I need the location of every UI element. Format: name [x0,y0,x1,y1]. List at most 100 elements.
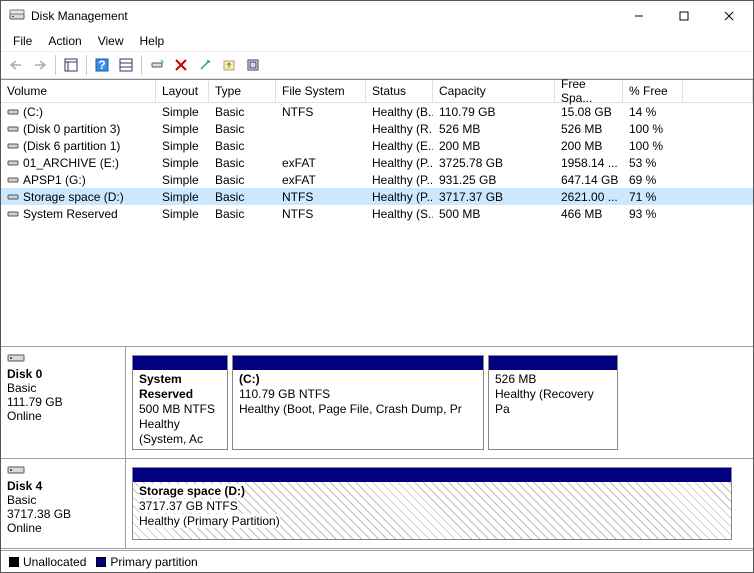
volume-type: Basic [209,172,276,188]
partition-status: Healthy (Primary Partition) [139,514,280,528]
col-status[interactable]: Status [366,80,433,103]
volume-name: APSP1 (G:) [23,173,86,187]
partition-color-bar [133,356,227,370]
partition[interactable]: (C:)110.79 GB NTFSHealthy (Boot, Page Fi… [232,355,484,450]
volume-capacity: 3717.37 GB [433,189,555,205]
volume-pct: 53 % [623,155,683,171]
partition[interactable]: Storage space (D:)3717.37 GB NTFSHealthy… [132,467,732,540]
menu-help[interactable]: Help [132,32,173,50]
disk-type: Basic [7,493,119,507]
disk-header[interactable]: Disk 0Basic111.79 GBOnline [1,347,126,458]
disk-state: Online [7,521,119,535]
volume-fs [276,128,366,130]
volume-layout: Simple [156,172,209,188]
col-type[interactable]: Type [209,80,276,103]
volume-capacity: 500 MB [433,206,555,222]
disk-row: Disk 4Basic3717.38 GBOnlineStorage space… [1,459,753,549]
volume-pct: 71 % [623,189,683,205]
separator [86,55,87,75]
col-capacity[interactable]: Capacity [433,80,555,103]
col-file-system[interactable]: File System [276,80,366,103]
partition-size: 3717.37 GB NTFS [139,499,238,513]
refresh-button[interactable] [146,54,168,76]
volume-pct: 93 % [623,206,683,222]
col-free-space[interactable]: Free Spa... [555,80,623,103]
partition-color-bar [233,356,483,370]
action-button-1[interactable] [218,54,240,76]
action-button-2[interactable] [242,54,264,76]
settings-button[interactable] [115,54,137,76]
close-button[interactable] [706,2,751,31]
legend: Unallocated Primary partition [1,550,753,572]
volume-row[interactable]: APSP1 (G:)SimpleBasicexFATHealthy (P...9… [1,171,753,188]
toolbar: ? [1,51,753,79]
menu-view[interactable]: View [90,32,132,50]
volume-free: 466 MB [555,206,623,222]
volume-status: Healthy (S... [366,206,433,222]
disk-type: Basic [7,381,119,395]
volume-icon [7,191,19,203]
volume-type: Basic [209,104,276,120]
partition-name: System Reserved [139,372,193,401]
volume-icon [7,106,19,118]
minimize-button[interactable] [616,2,661,31]
volume-free: 1958.14 ... [555,155,623,171]
volume-row[interactable]: Storage space (D:)SimpleBasicNTFSHealthy… [1,188,753,205]
partition[interactable]: 526 MBHealthy (Recovery Pa [488,355,618,450]
volume-list-header: Volume Layout Type File System Status Ca… [1,80,753,103]
volume-layout: Simple [156,104,209,120]
volume-row[interactable]: (C:)SimpleBasicNTFSHealthy (B...110.79 G… [1,103,753,120]
volume-row[interactable]: 01_ARCHIVE (E:)SimpleBasicexFATHealthy (… [1,154,753,171]
volume-free: 647.14 GB [555,172,623,188]
volume-fs: NTFS [276,104,366,120]
back-button[interactable] [5,54,27,76]
volume-fs: NTFS [276,189,366,205]
properties-button[interactable] [194,54,216,76]
col-layout[interactable]: Layout [156,80,209,103]
volume-row[interactable]: (Disk 6 partition 1)SimpleBasicHealthy (… [1,137,753,154]
col-volume[interactable]: Volume [1,80,156,103]
separator [141,55,142,75]
disk-size: 3717.38 GB [7,507,119,521]
disk-label: Disk 0 [7,367,119,381]
volume-name: (C:) [23,105,43,119]
volume-layout: Simple [156,155,209,171]
volume-fs [276,145,366,147]
volume-icon [7,174,19,186]
volume-status: Healthy (R... [366,121,433,137]
volume-status: Healthy (B... [366,104,433,120]
volume-status: Healthy (P... [366,155,433,171]
maximize-button[interactable] [661,2,706,31]
volume-type: Basic [209,189,276,205]
partition-body: (C:)110.79 GB NTFSHealthy (Boot, Page Fi… [233,370,483,419]
partition[interactable]: System Reserved500 MB NTFSHealthy (Syste… [132,355,228,450]
col-percent-free[interactable]: % Free [623,80,683,103]
separator [55,55,56,75]
partition-name: Storage space (D:) [139,484,245,498]
volume-capacity: 3725.78 GB [433,155,555,171]
forward-button[interactable] [29,54,51,76]
volume-name: Storage space (D:) [23,190,124,204]
partition-status: Healthy (System, Ac [139,417,203,446]
help-button[interactable]: ? [91,54,113,76]
volume-icon [7,208,19,220]
volume-type: Basic [209,138,276,154]
partition-body: Storage space (D:)3717.37 GB NTFSHealthy… [133,482,731,531]
volume-capacity: 526 MB [433,121,555,137]
menu-action[interactable]: Action [40,32,89,50]
volume-free: 526 MB [555,121,623,137]
volume-name: System Reserved [23,207,118,221]
title-bar: Disk Management [1,1,753,31]
delete-button[interactable] [170,54,192,76]
show-hide-button[interactable] [60,54,82,76]
disk-header[interactable]: Disk 4Basic3717.38 GBOnline [1,459,126,548]
volume-type: Basic [209,121,276,137]
volume-row[interactable]: System ReservedSimpleBasicNTFSHealthy (S… [1,205,753,222]
menu-file[interactable]: File [5,32,40,50]
volume-pct: 100 % [623,138,683,154]
volume-icon [7,123,19,135]
volume-row[interactable]: (Disk 0 partition 3)SimpleBasicHealthy (… [1,120,753,137]
volume-layout: Simple [156,138,209,154]
disk-size: 111.79 GB [7,395,119,409]
volume-capacity: 200 MB [433,138,555,154]
